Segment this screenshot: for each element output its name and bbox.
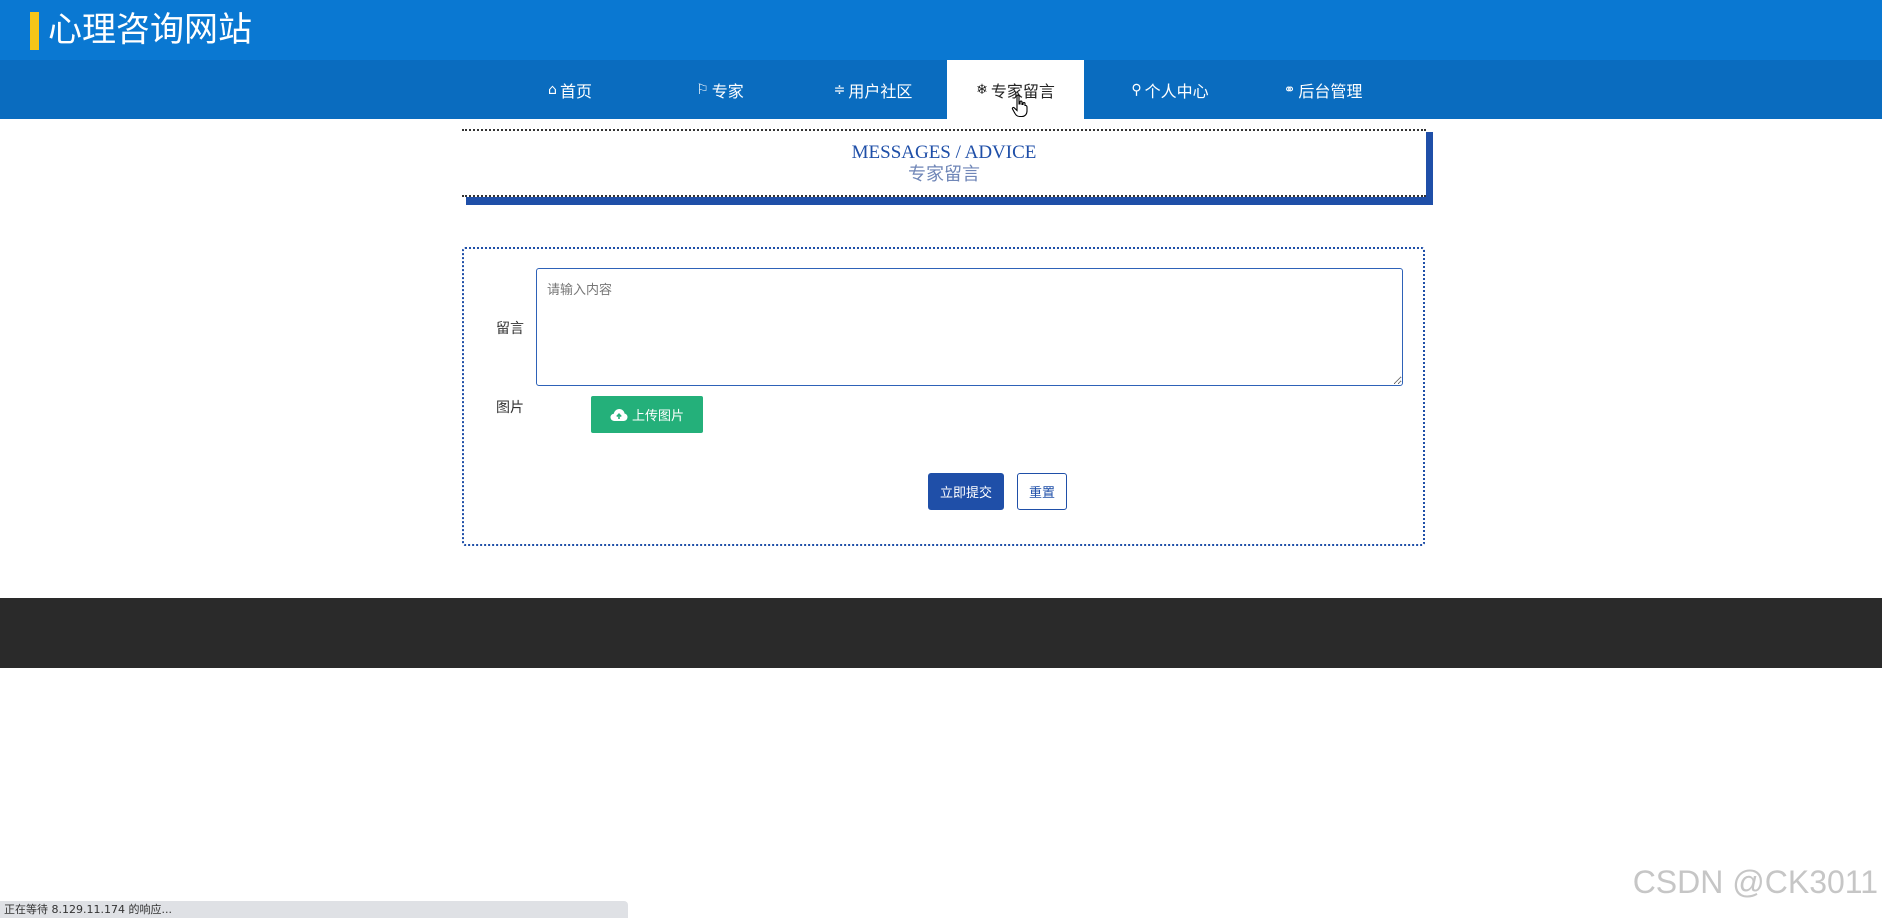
submit-button[interactable]: 立即提交 [928,473,1004,510]
nav-item-experts[interactable]: ⚐ 专家 [680,60,760,119]
home-icon: ⌂ [548,81,557,98]
filter-icon: ≑ [833,81,846,98]
main-nav: ⌂ 首页 ⚐ 专家 ≑ 用户社区 ❄ 专家留言 ⚲ 个人中心 ⚭ 后台管理 [0,60,1882,119]
nav-item-community[interactable]: ≑ 用户社区 [818,60,928,119]
nav-item-label: 用户社区 [848,81,913,101]
user-icon: ⚲ [1131,81,1142,98]
flag-icon: ⚐ [696,81,709,98]
nav-item-profile[interactable]: ⚲ 个人中心 [1115,60,1225,119]
title-accent-bar [30,12,39,50]
site-header: 心理咨询网站 [0,0,1882,60]
nav-item-label: 个人中心 [1144,81,1209,101]
link-icon: ⚭ [1283,81,1296,98]
message-label: 留言 [496,321,524,337]
message-input[interactable] [536,268,1403,386]
nav-item-label: 后台管理 [1298,81,1363,101]
nav-item-label: 首页 [559,81,592,101]
page-footer [0,598,1882,668]
upload-image-button[interactable]: 上传图片 [591,396,703,433]
snowflake-icon: ❄ [976,81,988,98]
section-title-en: MESSAGES / ADVICE [851,142,1037,163]
hand-cursor-icon [1011,94,1028,118]
image-label: 图片 [496,400,524,416]
section-title-cn: 专家留言 [908,164,980,185]
section-heading: MESSAGES / ADVICE 专家留言 [462,129,1426,197]
site-title[interactable]: 心理咨询网站 [48,10,252,50]
upload-button-label: 上传图片 [631,409,684,424]
watermark: CSDN @CK3011 [1632,864,1878,900]
nav-item-admin[interactable]: ⚭ 后台管理 [1268,60,1378,119]
nav-item-home[interactable]: ⌂ 首页 [530,60,610,119]
nav-item-label: 专家 [711,81,744,101]
cloud-upload-icon [610,408,628,421]
reset-button[interactable]: 重置 [1017,473,1067,510]
browser-status-bar: 正在等待 8.129.11.174 的响应... [0,901,628,918]
